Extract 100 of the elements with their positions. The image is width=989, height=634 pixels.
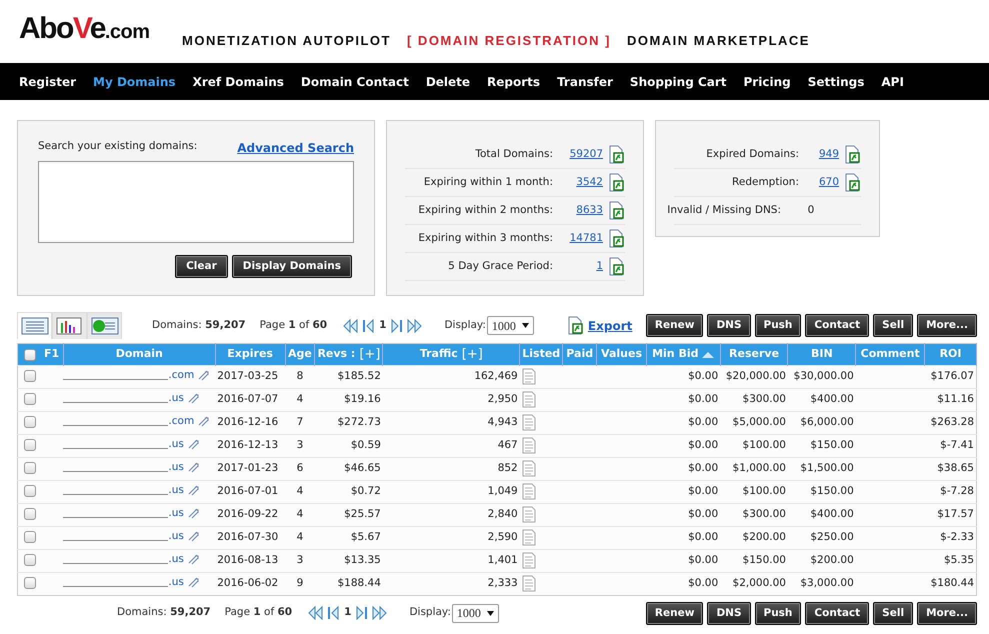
display-select[interactable]: 1000 (452, 604, 499, 622)
nav-link[interactable]: Pricing (744, 72, 791, 90)
document-icon[interactable] (522, 437, 536, 454)
document-icon[interactable] (522, 483, 536, 500)
link-out-icon[interactable] (188, 508, 199, 520)
next-page-icon[interactable] (355, 605, 368, 621)
nav-link[interactable]: Settings (808, 72, 864, 90)
domain-link[interactable]: .us (168, 390, 184, 407)
link-out-icon[interactable] (188, 393, 199, 404)
checkbox[interactable] (24, 531, 36, 544)
nav-link[interactable]: My Domains (93, 72, 176, 90)
action-button[interactable]: Renew (646, 602, 704, 624)
view-tab[interactable] (17, 312, 52, 339)
action-button[interactable]: Renew (646, 314, 704, 337)
domain-link[interactable]: .us (168, 506, 184, 522)
action-button[interactable]: Sell (873, 602, 914, 624)
last-page-icon[interactable] (407, 318, 422, 334)
document-icon[interactable] (522, 368, 536, 386)
domain-link[interactable]: .us (168, 436, 184, 453)
stat-link[interactable]: 1 (553, 258, 603, 274)
nav-link[interactable]: Register (19, 72, 76, 90)
last-page-icon[interactable] (372, 605, 388, 621)
checkbox[interactable] (24, 577, 36, 590)
domain-link[interactable]: .us (168, 574, 184, 591)
nav-link[interactable]: API (881, 72, 904, 90)
export-icon[interactable] (609, 145, 625, 164)
link-out-icon[interactable] (188, 439, 199, 450)
link-out-icon[interactable] (188, 554, 199, 566)
action-button[interactable]: Contact (805, 602, 870, 624)
expand-toggle[interactable]: [+] (359, 344, 380, 364)
link-out-icon[interactable] (198, 416, 210, 428)
document-icon[interactable] (522, 414, 536, 432)
link-out-icon[interactable] (188, 531, 199, 542)
search-field[interactable] (38, 161, 354, 243)
advanced-search-link[interactable]: Advanced Search (237, 139, 354, 157)
nav-link[interactable]: Reports (487, 72, 540, 90)
domain-link[interactable]: .com (168, 368, 194, 384)
document-icon[interactable] (522, 552, 536, 570)
export-icon[interactable] (609, 173, 625, 192)
top-nav-link[interactable]: [ DOMAIN REGISTRATION ] (406, 30, 611, 50)
document-icon[interactable] (522, 391, 536, 408)
column-header[interactable]: Traffic (420, 346, 458, 363)
stat-link[interactable]: 949 (799, 146, 839, 162)
link-out-icon[interactable] (188, 577, 199, 588)
checkbox[interactable] (24, 416, 36, 428)
top-nav-link[interactable]: DOMAIN MARKETPLACE (626, 30, 810, 50)
column-header[interactable]: Revs : (317, 346, 356, 363)
nav-link[interactable]: Delete (426, 72, 470, 90)
clear-button[interactable]: Clear (175, 255, 228, 278)
export-icon[interactable] (568, 316, 584, 335)
action-button[interactable]: Push (754, 314, 802, 337)
checkbox[interactable] (24, 462, 36, 474)
action-button[interactable]: DNS (707, 602, 751, 624)
view-tab[interactable] (87, 312, 122, 339)
checkbox[interactable] (24, 393, 36, 406)
next-page-icon[interactable] (390, 318, 404, 334)
action-button[interactable]: More... (917, 602, 977, 624)
export-icon[interactable] (609, 229, 625, 248)
document-icon[interactable] (522, 460, 536, 478)
previous-page-icon[interactable] (327, 605, 340, 621)
domain-link[interactable]: .com (168, 414, 194, 430)
document-icon[interactable] (522, 575, 536, 592)
checkbox[interactable] (24, 508, 36, 520)
view-tab[interactable] (52, 312, 87, 339)
display-select[interactable]: 1000 (486, 316, 534, 335)
logo[interactable]: AboVe.com (19, 6, 182, 51)
export-icon[interactable] (609, 257, 625, 276)
first-page-icon[interactable] (343, 318, 358, 334)
action-button[interactable]: Sell (873, 314, 914, 337)
nav-link[interactable]: Shopping Cart (630, 72, 727, 90)
export-link[interactable]: Export (588, 316, 632, 334)
link-out-icon[interactable] (198, 370, 210, 382)
stat-link[interactable]: 3542 (553, 174, 603, 190)
display-domains-button[interactable]: Display Domains (232, 255, 352, 278)
previous-page-icon[interactable] (362, 318, 376, 334)
nav-link[interactable]: Transfer (557, 72, 613, 90)
export-icon[interactable] (845, 173, 861, 192)
action-button[interactable]: Contact (805, 314, 870, 337)
first-page-icon[interactable] (308, 605, 324, 621)
checkbox[interactable] (24, 439, 36, 452)
expand-toggle[interactable]: [+] (462, 344, 483, 364)
action-button[interactable]: More... (917, 314, 977, 337)
nav-link[interactable]: Domain Contact (300, 72, 409, 90)
nav-link[interactable]: Xref Domains (192, 72, 284, 90)
stat-link[interactable]: 59207 (553, 146, 603, 162)
top-nav-link[interactable]: MONETIZATION AUTOPILOT (182, 30, 391, 50)
checkbox[interactable] (24, 348, 36, 360)
link-out-icon[interactable] (188, 485, 199, 496)
stat-link[interactable]: 8633 (553, 202, 603, 218)
action-button[interactable]: DNS (707, 314, 751, 337)
link-out-icon[interactable] (188, 462, 199, 474)
domain-link[interactable]: .us (168, 482, 184, 499)
stat-link[interactable]: 670 (799, 174, 839, 190)
domain-link[interactable]: .us (168, 528, 184, 545)
domain-link[interactable]: .us (168, 552, 184, 568)
stat-link[interactable]: 14781 (553, 230, 603, 246)
checkbox[interactable] (24, 485, 36, 498)
sort-up-icon[interactable] (702, 350, 714, 358)
action-button[interactable]: Push (754, 602, 802, 624)
domain-link[interactable]: .us (168, 460, 184, 476)
